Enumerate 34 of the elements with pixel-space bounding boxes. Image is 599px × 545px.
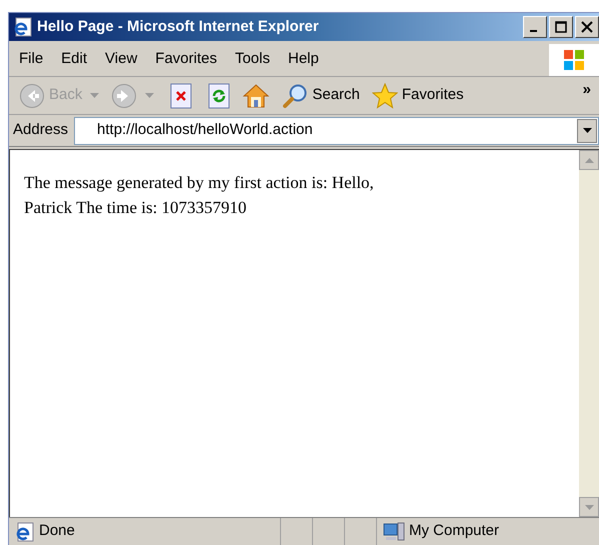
maximize-icon [555, 21, 567, 33]
address-url: http://localhost/helloWorld.action [97, 120, 314, 140]
search-button[interactable]: Search [278, 82, 364, 108]
menu-item[interactable]: Tools [234, 48, 270, 71]
menu-item[interactable]: Help [288, 48, 319, 71]
windows-flag-icon [563, 48, 585, 70]
menu-item[interactable]: File [19, 48, 44, 71]
close-icon [581, 21, 593, 33]
down-arrow-icon [584, 504, 594, 510]
page-icon [15, 522, 35, 542]
computer-icon [383, 522, 405, 542]
up-arrow-icon [584, 158, 594, 162]
address-field[interactable]: http://localhost/helloWorld.action [74, 116, 599, 144]
search-icon [282, 82, 308, 108]
close-button[interactable] [575, 16, 599, 38]
maximize-button[interactable] [549, 16, 573, 38]
dropdown-button[interactable] [577, 118, 597, 142]
menu-item[interactable]: View [105, 48, 138, 71]
address-label: Address [13, 120, 68, 140]
toolbar-chevron[interactable]: » [582, 79, 591, 102]
minimize-icon [530, 30, 536, 32]
caret-icon [145, 93, 154, 98]
caret-icon [90, 93, 100, 98]
browser-page-icon [13, 17, 33, 37]
minimize-button[interactable] [523, 16, 547, 38]
favorites-button[interactable]: Favorites [368, 82, 468, 108]
caret-icon [582, 128, 592, 133]
star-icon [372, 82, 398, 108]
status-text: Done [39, 521, 75, 542]
page-message: The message generated by my first action is: Hello, Patrick The time is: 1073357910 [24, 172, 375, 219]
menu-item[interactable]: Favorites [155, 48, 217, 71]
menu-item[interactable]: Edit [61, 48, 88, 71]
zone-text: My Computer [409, 521, 500, 542]
window-title: Hello Page - Microsoft Internet Explorer [37, 16, 320, 37]
